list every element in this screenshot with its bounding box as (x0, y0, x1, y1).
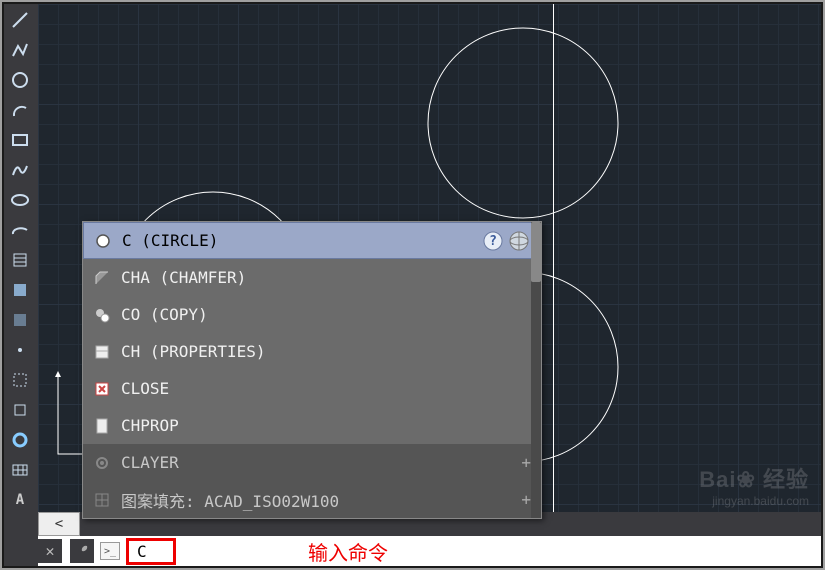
tool-donut[interactable] (6, 426, 34, 454)
tool-region[interactable] (6, 306, 34, 334)
tool-table[interactable] (6, 456, 34, 484)
tool-hatch[interactable] (6, 246, 34, 274)
prompt-icon: >_ (100, 542, 120, 560)
watermark: Bai❀ 经验 jingyan.baidu.com (699, 466, 809, 510)
properties-icon (93, 343, 111, 361)
copy-icon (93, 306, 111, 324)
tool-spline[interactable] (6, 156, 34, 184)
plus-icon: + (521, 490, 531, 509)
tool-text[interactable]: A (6, 486, 34, 514)
scroll-left-button[interactable]: < (38, 512, 80, 536)
tool-arc[interactable] (6, 96, 34, 124)
help-icon[interactable]: ? (482, 230, 504, 252)
settings-icon[interactable] (70, 539, 94, 563)
command-input[interactable]: C (126, 538, 176, 565)
autocomplete-item-chamfer[interactable]: CHA (CHAMFER) (83, 259, 541, 296)
tool-line[interactable] (6, 6, 34, 34)
command-autocomplete: C (CIRCLE) ? CHA (CHAMFER) CO (COPY) CH … (82, 221, 542, 519)
tool-rect[interactable] (6, 126, 34, 154)
autocomplete-label: CHPROP (121, 416, 179, 435)
tool-polyline[interactable] (6, 36, 34, 64)
autocomplete-item-chprop[interactable]: CHPROP (83, 407, 541, 444)
autocomplete-scrollbar[interactable] (531, 222, 541, 518)
close-command-icon[interactable]: ✕ (38, 539, 62, 563)
autocomplete-footer-hatch[interactable]: 图案填充: ACAD_ISO02W100 + (83, 481, 541, 518)
autocomplete-label: CHA (CHAMFER) (121, 268, 246, 287)
doc-icon (93, 417, 111, 435)
tool-point[interactable] (6, 336, 34, 364)
tool-boundary[interactable] (6, 366, 34, 394)
autocomplete-item-copy[interactable]: CO (COPY) (83, 296, 541, 333)
autocomplete-label: 图案填充: ACAD_ISO02W100 (121, 488, 339, 512)
tool-ellipse[interactable] (6, 186, 34, 214)
svg-text:?: ? (489, 234, 497, 249)
circle-icon (94, 232, 112, 250)
autocomplete-footer-clayer[interactable]: CLAYER + (83, 444, 541, 481)
plus-icon: + (521, 453, 531, 472)
globe-icon[interactable] (508, 230, 530, 252)
draw-toolbar: A (4, 4, 38, 566)
autocomplete-item-close[interactable]: CLOSE (83, 370, 541, 407)
autocomplete-label: CH (PROPERTIES) (121, 342, 266, 361)
autocomplete-label: CO (COPY) (121, 305, 208, 324)
pattern-icon (93, 491, 111, 509)
chamfer-icon (93, 269, 111, 287)
autocomplete-item-properties[interactable]: CH (PROPERTIES) (83, 333, 541, 370)
command-bar: < ✕ >_ C 输入命令 (38, 512, 821, 566)
gear-icon (93, 454, 111, 472)
close-icon (93, 380, 111, 398)
crosshair-vertical (553, 4, 554, 512)
command-hint: 输入命令 (308, 537, 388, 566)
tool-revision[interactable] (6, 396, 34, 424)
autocomplete-label: CLAYER (121, 453, 179, 472)
autocomplete-label: CLOSE (121, 379, 169, 398)
tool-ellipse-arc[interactable] (6, 216, 34, 244)
autocomplete-label: C (CIRCLE) (122, 231, 218, 250)
tool-circle[interactable] (6, 66, 34, 94)
autocomplete-item-circle[interactable]: C (CIRCLE) ? (83, 222, 541, 259)
tool-gradient[interactable] (6, 276, 34, 304)
